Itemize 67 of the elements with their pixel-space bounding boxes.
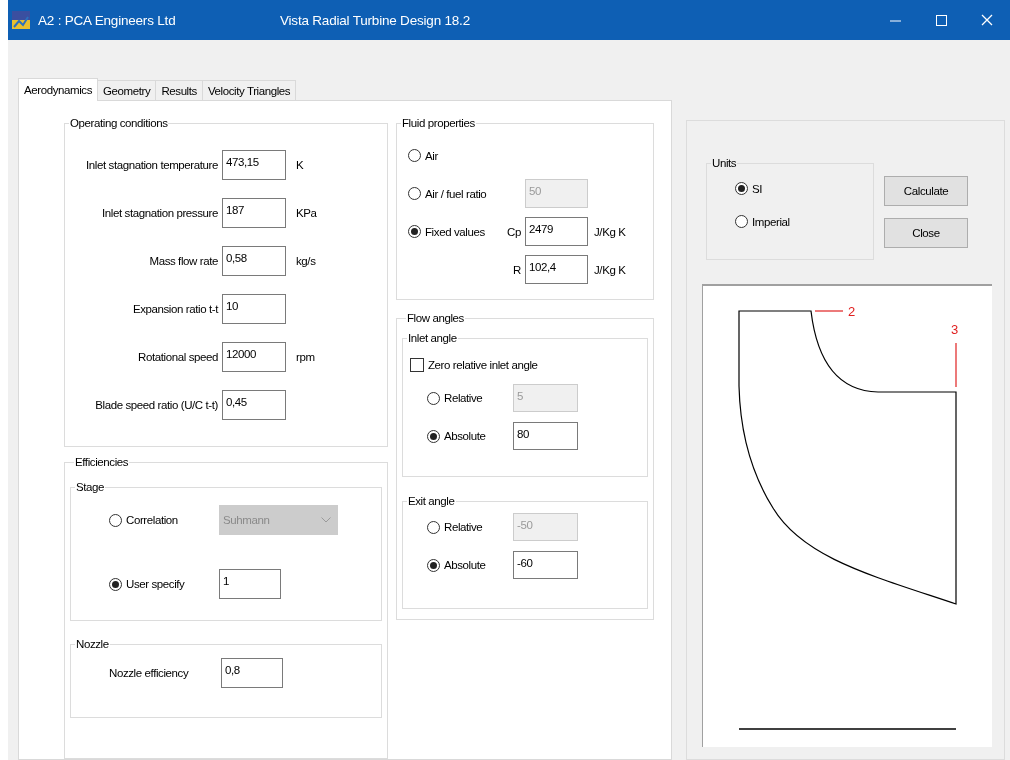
radio-indicator[interactable]: [427, 429, 440, 443]
radio-indicator[interactable]: [408, 149, 421, 162]
tab[interactable]: Velocity Triangles: [201, 80, 297, 100]
unit-label: KPa: [296, 207, 318, 219]
group-title: Operating conditions: [69, 117, 169, 129]
radio-button[interactable]: Fixed values: [408, 225, 504, 238]
caret-icon: [321, 517, 331, 524]
unit-label: K: [296, 159, 305, 171]
field-label: Nozzle efficiency: [109, 667, 190, 680]
field-label: Inlet stagnation pressure: [101, 207, 218, 219]
station-label: 2: [848, 304, 855, 319]
group-title: Efficiencies: [74, 456, 130, 469]
field-label: Expansion ratio t-t: [131, 303, 218, 315]
maximize-icon[interactable]: [935, 14, 947, 26]
input-field[interactable]: 1: [219, 569, 281, 600]
field-label: Inlet stagnation temperature: [85, 159, 218, 171]
button[interactable]: Close: [884, 218, 968, 248]
input-field[interactable]: 102,4: [525, 255, 588, 284]
station-label: 3: [951, 322, 958, 337]
group-title: Units: [711, 157, 738, 169]
input-field[interactable]: 12000: [222, 342, 286, 372]
input-field[interactable]: -60: [513, 551, 578, 579]
unit-label: J/Kg K: [594, 225, 627, 238]
checkbox-indicator[interactable]: [410, 358, 424, 372]
symbol-label: R: [512, 263, 522, 276]
input-field[interactable]: 473,15: [222, 150, 286, 180]
unit-label: kg/s: [296, 255, 317, 267]
app-title: Vista Radial Turbine Design 18.2: [280, 12, 470, 28]
group-title: Inlet angle: [407, 332, 458, 344]
leader-line: [955, 342, 957, 388]
radio-button[interactable]: Air: [408, 149, 504, 162]
input-field[interactable]: 80: [513, 422, 578, 450]
radio-indicator[interactable]: [735, 182, 748, 195]
close-icon[interactable]: [981, 14, 993, 26]
input-field[interactable]: 187: [222, 198, 286, 228]
radio-indicator[interactable]: [408, 225, 421, 238]
tab[interactable]: Geometry: [97, 80, 157, 100]
field-label: Rotational speed: [137, 351, 218, 363]
window-title: A2 : PCA Engineers Ltd: [38, 12, 177, 28]
field-label: Mass flow rate: [148, 255, 218, 267]
group-title: Nozzle: [75, 638, 110, 651]
input-field[interactable]: 0,58: [222, 246, 286, 276]
checkbox[interactable]: Zero relative inlet angle: [410, 358, 538, 372]
radio-button[interactable]: Absolute: [427, 429, 513, 443]
group-title: Stage: [75, 481, 106, 494]
input-field[interactable]: 2479: [525, 217, 588, 246]
radio-indicator[interactable]: [735, 215, 748, 228]
input-field[interactable]: 0,8: [221, 658, 283, 689]
field-label: Blade speed ratio (U/C t-t): [94, 399, 218, 411]
tab[interactable]: Aerodynamics: [18, 78, 99, 101]
group-title: Exit angle: [407, 495, 456, 507]
unit-label: J/Kg K: [594, 263, 627, 276]
app-icon: [12, 11, 30, 29]
symbol-label: Cp: [506, 225, 522, 238]
radio-button[interactable]: Imperial: [735, 215, 873, 228]
group-title: Flow angles: [406, 312, 465, 324]
button[interactable]: Calculate: [884, 176, 968, 206]
input-field[interactable]: 0,45: [222, 390, 286, 420]
radio-button[interactable]: Absolute: [427, 558, 513, 572]
radio-indicator[interactable]: [427, 558, 440, 572]
radio-button[interactable]: SI: [735, 182, 873, 195]
input-field[interactable]: 10: [222, 294, 286, 324]
radio-button[interactable]: User specify: [109, 577, 219, 591]
group-title: Fluid properties: [401, 117, 476, 129]
unit-label: rpm: [296, 351, 316, 363]
radio-indicator[interactable]: [109, 577, 122, 591]
leader-line: [814, 310, 844, 312]
